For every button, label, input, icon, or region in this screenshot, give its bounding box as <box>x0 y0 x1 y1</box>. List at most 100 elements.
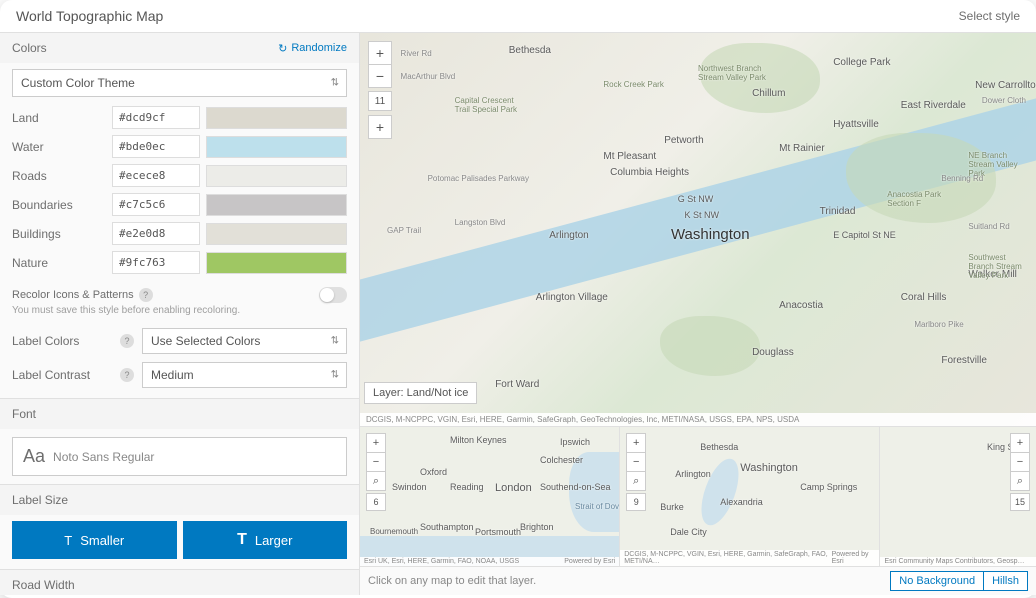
larger-button[interactable]: T Larger <box>183 521 348 559</box>
zoom-out-button[interactable]: − <box>626 452 646 472</box>
color-item-label: Land <box>12 111 112 125</box>
map-label: Douglass <box>752 347 794 358</box>
map-label: Trinidad <box>820 206 856 217</box>
color-swatch[interactable] <box>206 136 347 158</box>
label-contrast-label: Label Contrast <box>12 368 112 382</box>
zoom-in-button[interactable]: + <box>626 433 646 453</box>
color-swatch[interactable] <box>206 194 347 216</box>
map-attribution: Esri Community Maps Contributors, Geosp… <box>884 558 1024 565</box>
help-icon[interactable]: ? <box>120 334 134 348</box>
map-label: Marlboro Pike <box>914 320 963 329</box>
layer-badge: Layer: Land/Not ice <box>364 382 477 404</box>
map-label: Columbia Heights <box>610 167 689 178</box>
color-hex-input[interactable] <box>112 222 200 245</box>
larger-label: Larger <box>255 533 293 548</box>
map-label: Dale City <box>670 527 707 537</box>
map-label: K St NW <box>684 210 719 220</box>
randomize-icon: ↻ <box>278 42 287 55</box>
map-label: New Carrollton <box>975 80 1036 91</box>
mini-map-3[interactable]: King St Sy + − ⌕ 15 Esri Community Maps … <box>880 427 1036 566</box>
map-attribution: DCGIS, M-NCPPC, VGIN, Esri, HERE, Garmin… <box>360 413 1036 426</box>
label-contrast-select[interactable]: Medium <box>142 362 347 388</box>
map-label: Burke <box>660 502 684 512</box>
color-swatch[interactable] <box>206 252 347 274</box>
color-swatch[interactable] <box>206 223 347 245</box>
water-shape <box>694 454 746 530</box>
color-hex-input[interactable] <box>112 164 200 187</box>
font-section-title: Font <box>12 407 36 421</box>
map-label: Southwest Branch Stream Valley Park <box>968 253 1028 280</box>
map-label: Chillum <box>752 88 785 99</box>
powered-by: Powered by Esri <box>832 551 876 565</box>
map-label: Oxford <box>420 467 447 477</box>
zoom-out-button[interactable]: − <box>368 64 392 88</box>
text-larger-icon: T <box>237 531 247 549</box>
map-label: Brighton <box>520 522 554 532</box>
map-label: Ipswich <box>560 437 590 447</box>
zoom-level-display: 6 <box>366 493 386 511</box>
hillshade-button[interactable]: Hillsh <box>984 571 1028 591</box>
zoom-in-button[interactable]: + <box>368 41 392 65</box>
zoom-in-button[interactable]: + <box>1010 433 1030 453</box>
recolor-hint: You must save this style before enabling… <box>0 305 359 324</box>
label-colors-select[interactable]: Use Selected Colors <box>142 328 347 354</box>
map-label: Bethesda <box>700 442 738 452</box>
map-label: Forestville <box>941 355 987 366</box>
no-background-button[interactable]: No Background <box>890 571 984 591</box>
zoom-out-button[interactable]: − <box>366 452 386 472</box>
colors-section-title: Colors <box>12 41 47 55</box>
map-label: Swindon <box>392 482 427 492</box>
map-label: London <box>495 482 532 494</box>
road-width-section-title: Road Width <box>12 578 75 592</box>
map-label: Langston Blvd <box>455 218 506 227</box>
color-swatch[interactable] <box>206 165 347 187</box>
map-label: College Park <box>833 57 890 68</box>
map-label: Mt Pleasant <box>603 151 656 162</box>
smaller-button[interactable]: T Smaller <box>12 521 177 559</box>
footer-hint: Click on any map to edit that layer. <box>368 575 536 587</box>
zoom-in-button[interactable]: + <box>366 433 386 453</box>
mini-map-1[interactable]: Milton Keynes Ipswich Colchester Oxford … <box>360 427 620 566</box>
mini-map-2[interactable]: Washington Arlington Alexandria Burke Da… <box>620 427 880 566</box>
map-label: G St NW <box>678 194 714 204</box>
smaller-label: Smaller <box>80 533 124 548</box>
search-button[interactable]: ⌕ <box>1010 471 1030 491</box>
color-item-label: Buildings <box>12 227 112 241</box>
map-label: E Capitol St NE <box>833 230 896 240</box>
text-smaller-icon: T <box>64 533 72 548</box>
color-hex-input[interactable] <box>112 106 200 129</box>
zoom-level-display: 11 <box>368 91 392 111</box>
sidebar: Colors ↻ Randomize Custom Color Theme La… <box>0 33 360 595</box>
expand-button[interactable]: + <box>368 115 392 139</box>
search-button[interactable]: ⌕ <box>366 471 386 491</box>
map-label: Southend-on-Sea <box>540 482 611 492</box>
map-label: Potomac Palisades Parkway <box>428 174 529 183</box>
zoom-level-display: 15 <box>1010 493 1030 511</box>
main-map[interactable]: Washington Arlington Bethesda College Pa… <box>360 33 1036 426</box>
map-label: Petworth <box>664 135 703 146</box>
zoom-out-button[interactable]: − <box>1010 452 1030 472</box>
color-swatch[interactable] <box>206 107 347 129</box>
help-icon[interactable]: ? <box>120 368 134 382</box>
map-label: Dower Cloth <box>982 96 1026 105</box>
map-label: Camp Springs <box>800 482 857 492</box>
font-picker[interactable]: Aa Noto Sans Regular <box>12 437 347 476</box>
color-item-label: Nature <box>12 256 112 270</box>
color-hex-input[interactable] <box>112 135 200 158</box>
map-label: Reading <box>450 482 484 492</box>
zoom-level-display: 9 <box>626 493 646 511</box>
recolor-toggle[interactable] <box>319 287 347 303</box>
select-style-link[interactable]: Select style <box>959 9 1020 23</box>
map-label: Capital Crescent Trail Special Park <box>455 96 525 114</box>
color-theme-select[interactable]: Custom Color Theme <box>12 69 347 97</box>
color-hex-input[interactable] <box>112 193 200 216</box>
randomize-button[interactable]: ↻ Randomize <box>278 42 347 55</box>
map-label: Mt Rainier <box>779 143 825 154</box>
map-label: River Rd <box>401 49 432 58</box>
color-hex-input[interactable] <box>112 251 200 274</box>
search-button[interactable]: ⌕ <box>626 471 646 491</box>
map-label: Rock Creek Park <box>603 80 663 89</box>
park-shape <box>660 316 760 376</box>
map-label-washington: Washington <box>671 226 750 243</box>
help-icon[interactable]: ? <box>139 288 153 302</box>
